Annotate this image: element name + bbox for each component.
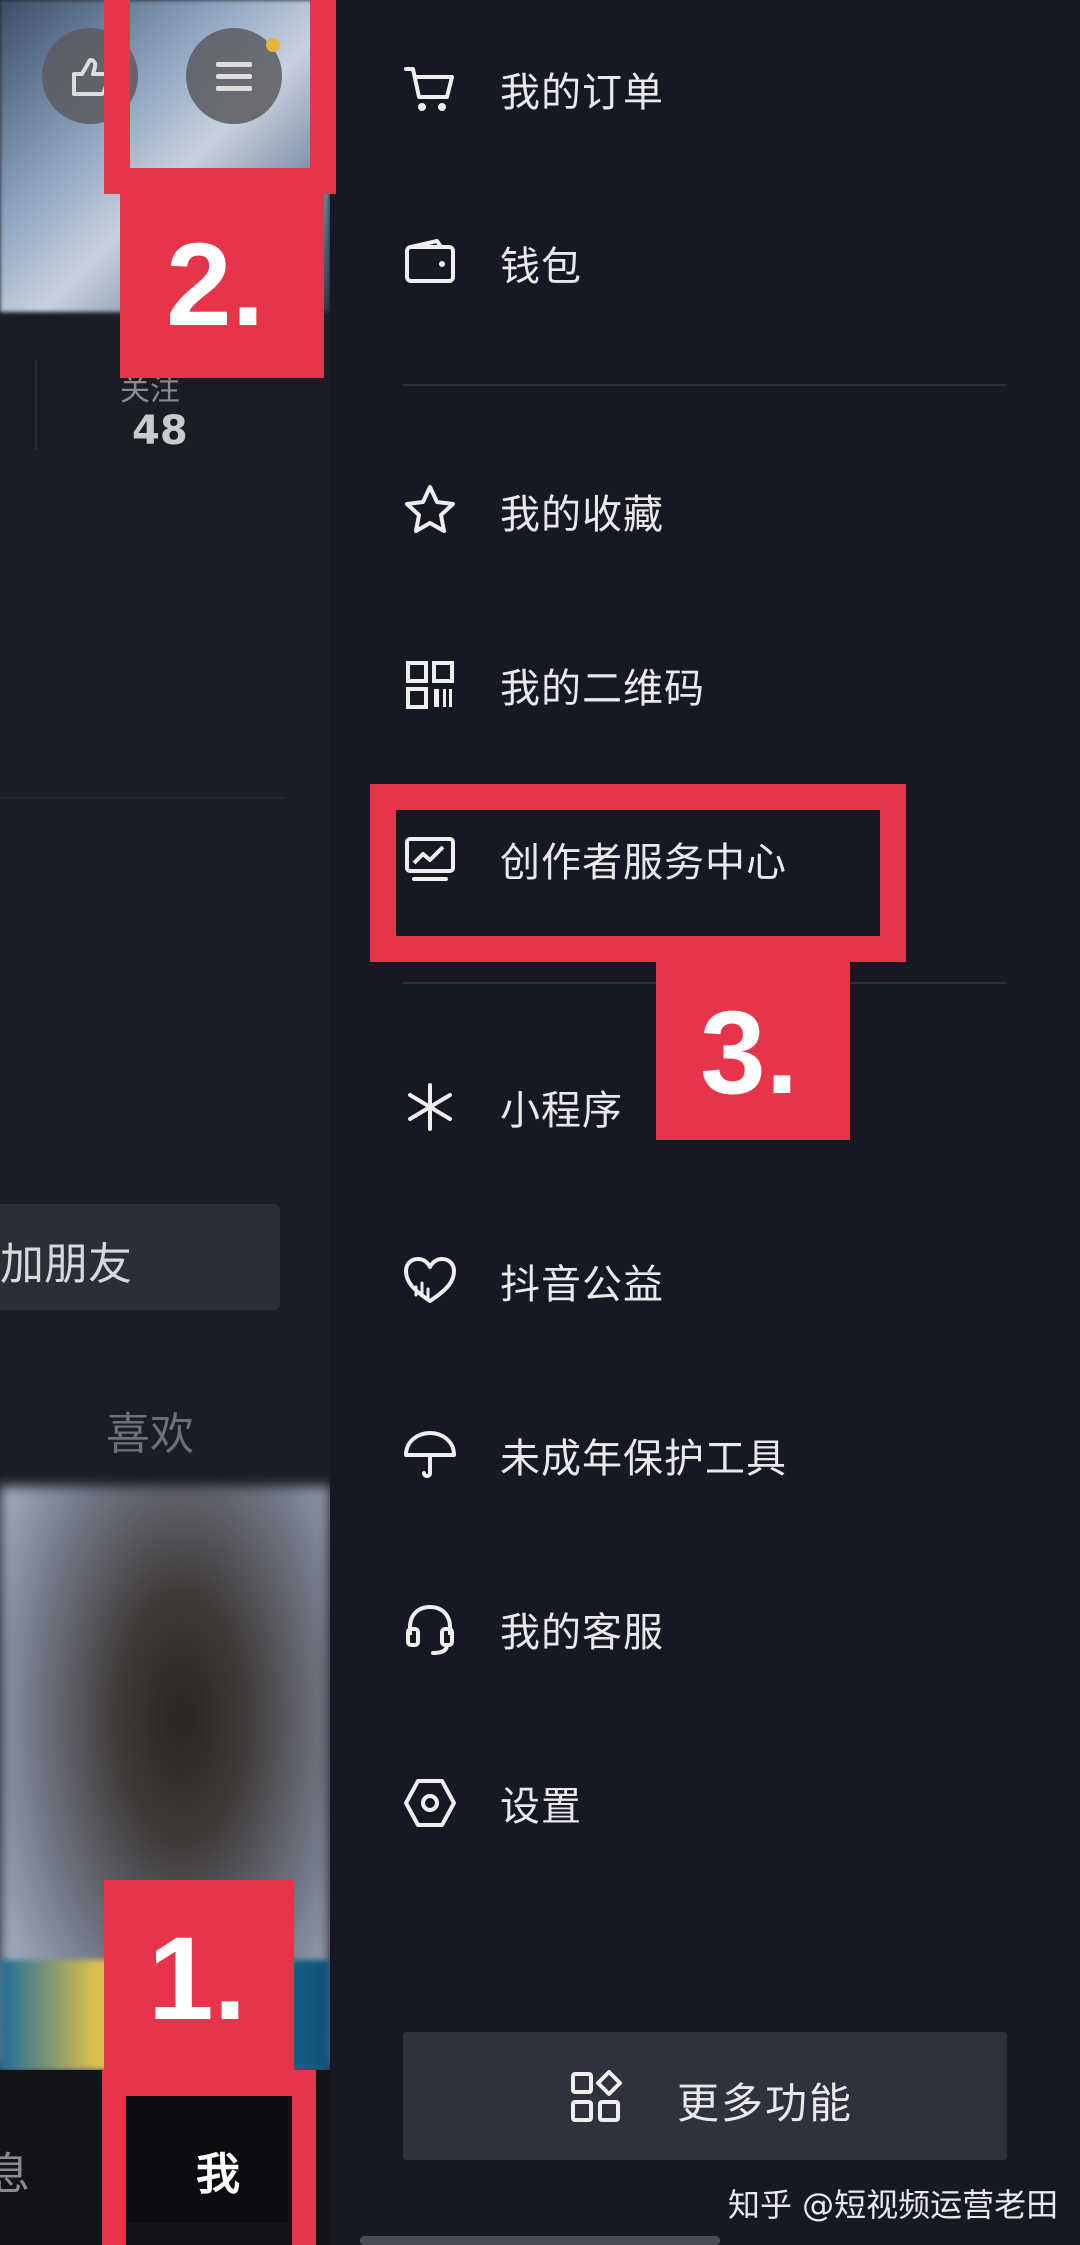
nav-messages[interactable]: 息 — [0, 2138, 30, 2202]
umbrella-icon — [402, 1427, 458, 1483]
settings-hexagon-icon — [402, 1775, 458, 1831]
menu-item-minor-protection[interactable]: 未成年保护工具 — [330, 1380, 1080, 1530]
home-indicator — [360, 2236, 720, 2245]
menu-label: 抖音公益 — [500, 1262, 664, 1308]
annotation-label-step1: 1. — [148, 1913, 247, 2045]
annotation-frame-step3 — [370, 784, 906, 962]
section-divider — [0, 797, 285, 799]
add-friend-label: 加朋友 — [0, 1239, 132, 1290]
follow-count[interactable]: 48 — [132, 408, 188, 454]
menu-item-settings[interactable]: 设置 — [330, 1728, 1080, 1878]
stats-divider — [35, 360, 37, 450]
annotation-label-step3: 3. — [700, 987, 799, 1119]
menu-item-orders[interactable]: 我的订单 — [330, 14, 1080, 164]
qr-code-icon — [402, 657, 458, 713]
menu-item-customer-service[interactable]: 我的客服 — [330, 1554, 1080, 1704]
annotation-label-step2: 2. — [166, 219, 265, 351]
menu-item-wallet[interactable]: 钱包 — [330, 188, 1080, 338]
menu-label: 钱包 — [500, 244, 582, 290]
menu-label: 未成年保护工具 — [500, 1436, 787, 1482]
menu-item-qr-code[interactable]: 我的二维码 — [330, 610, 1080, 760]
menu-label: 小程序 — [500, 1088, 623, 1134]
annotation-frame-step2 — [104, 0, 336, 194]
menu-label: 我的收藏 — [500, 492, 664, 538]
menu-item-favorites[interactable]: 我的收藏 — [330, 436, 1080, 586]
menu-label: 我的订单 — [500, 70, 664, 116]
menu-label: 我的二维码 — [500, 666, 705, 712]
menu-item-charity[interactable]: 抖音公益 — [330, 1206, 1080, 1356]
wallet-icon — [402, 235, 458, 291]
menu-label: 设置 — [500, 1784, 582, 1830]
charity-heart-icon — [402, 1253, 458, 1309]
mini-program-icon — [402, 1079, 458, 1135]
headset-icon — [402, 1601, 458, 1657]
menu-divider — [403, 384, 1007, 386]
star-icon — [402, 483, 458, 539]
grid-apps-icon — [569, 2070, 623, 2124]
cart-icon — [402, 61, 458, 117]
tab-likes[interactable]: 喜欢 — [106, 1398, 194, 1462]
annotation-frame-step1 — [102, 2070, 316, 2245]
more-features-label: 更多功能 — [677, 2079, 854, 2128]
menu-label: 我的客服 — [500, 1610, 664, 1656]
watermark: 知乎 @短视频运营老田 — [728, 2186, 1059, 2224]
